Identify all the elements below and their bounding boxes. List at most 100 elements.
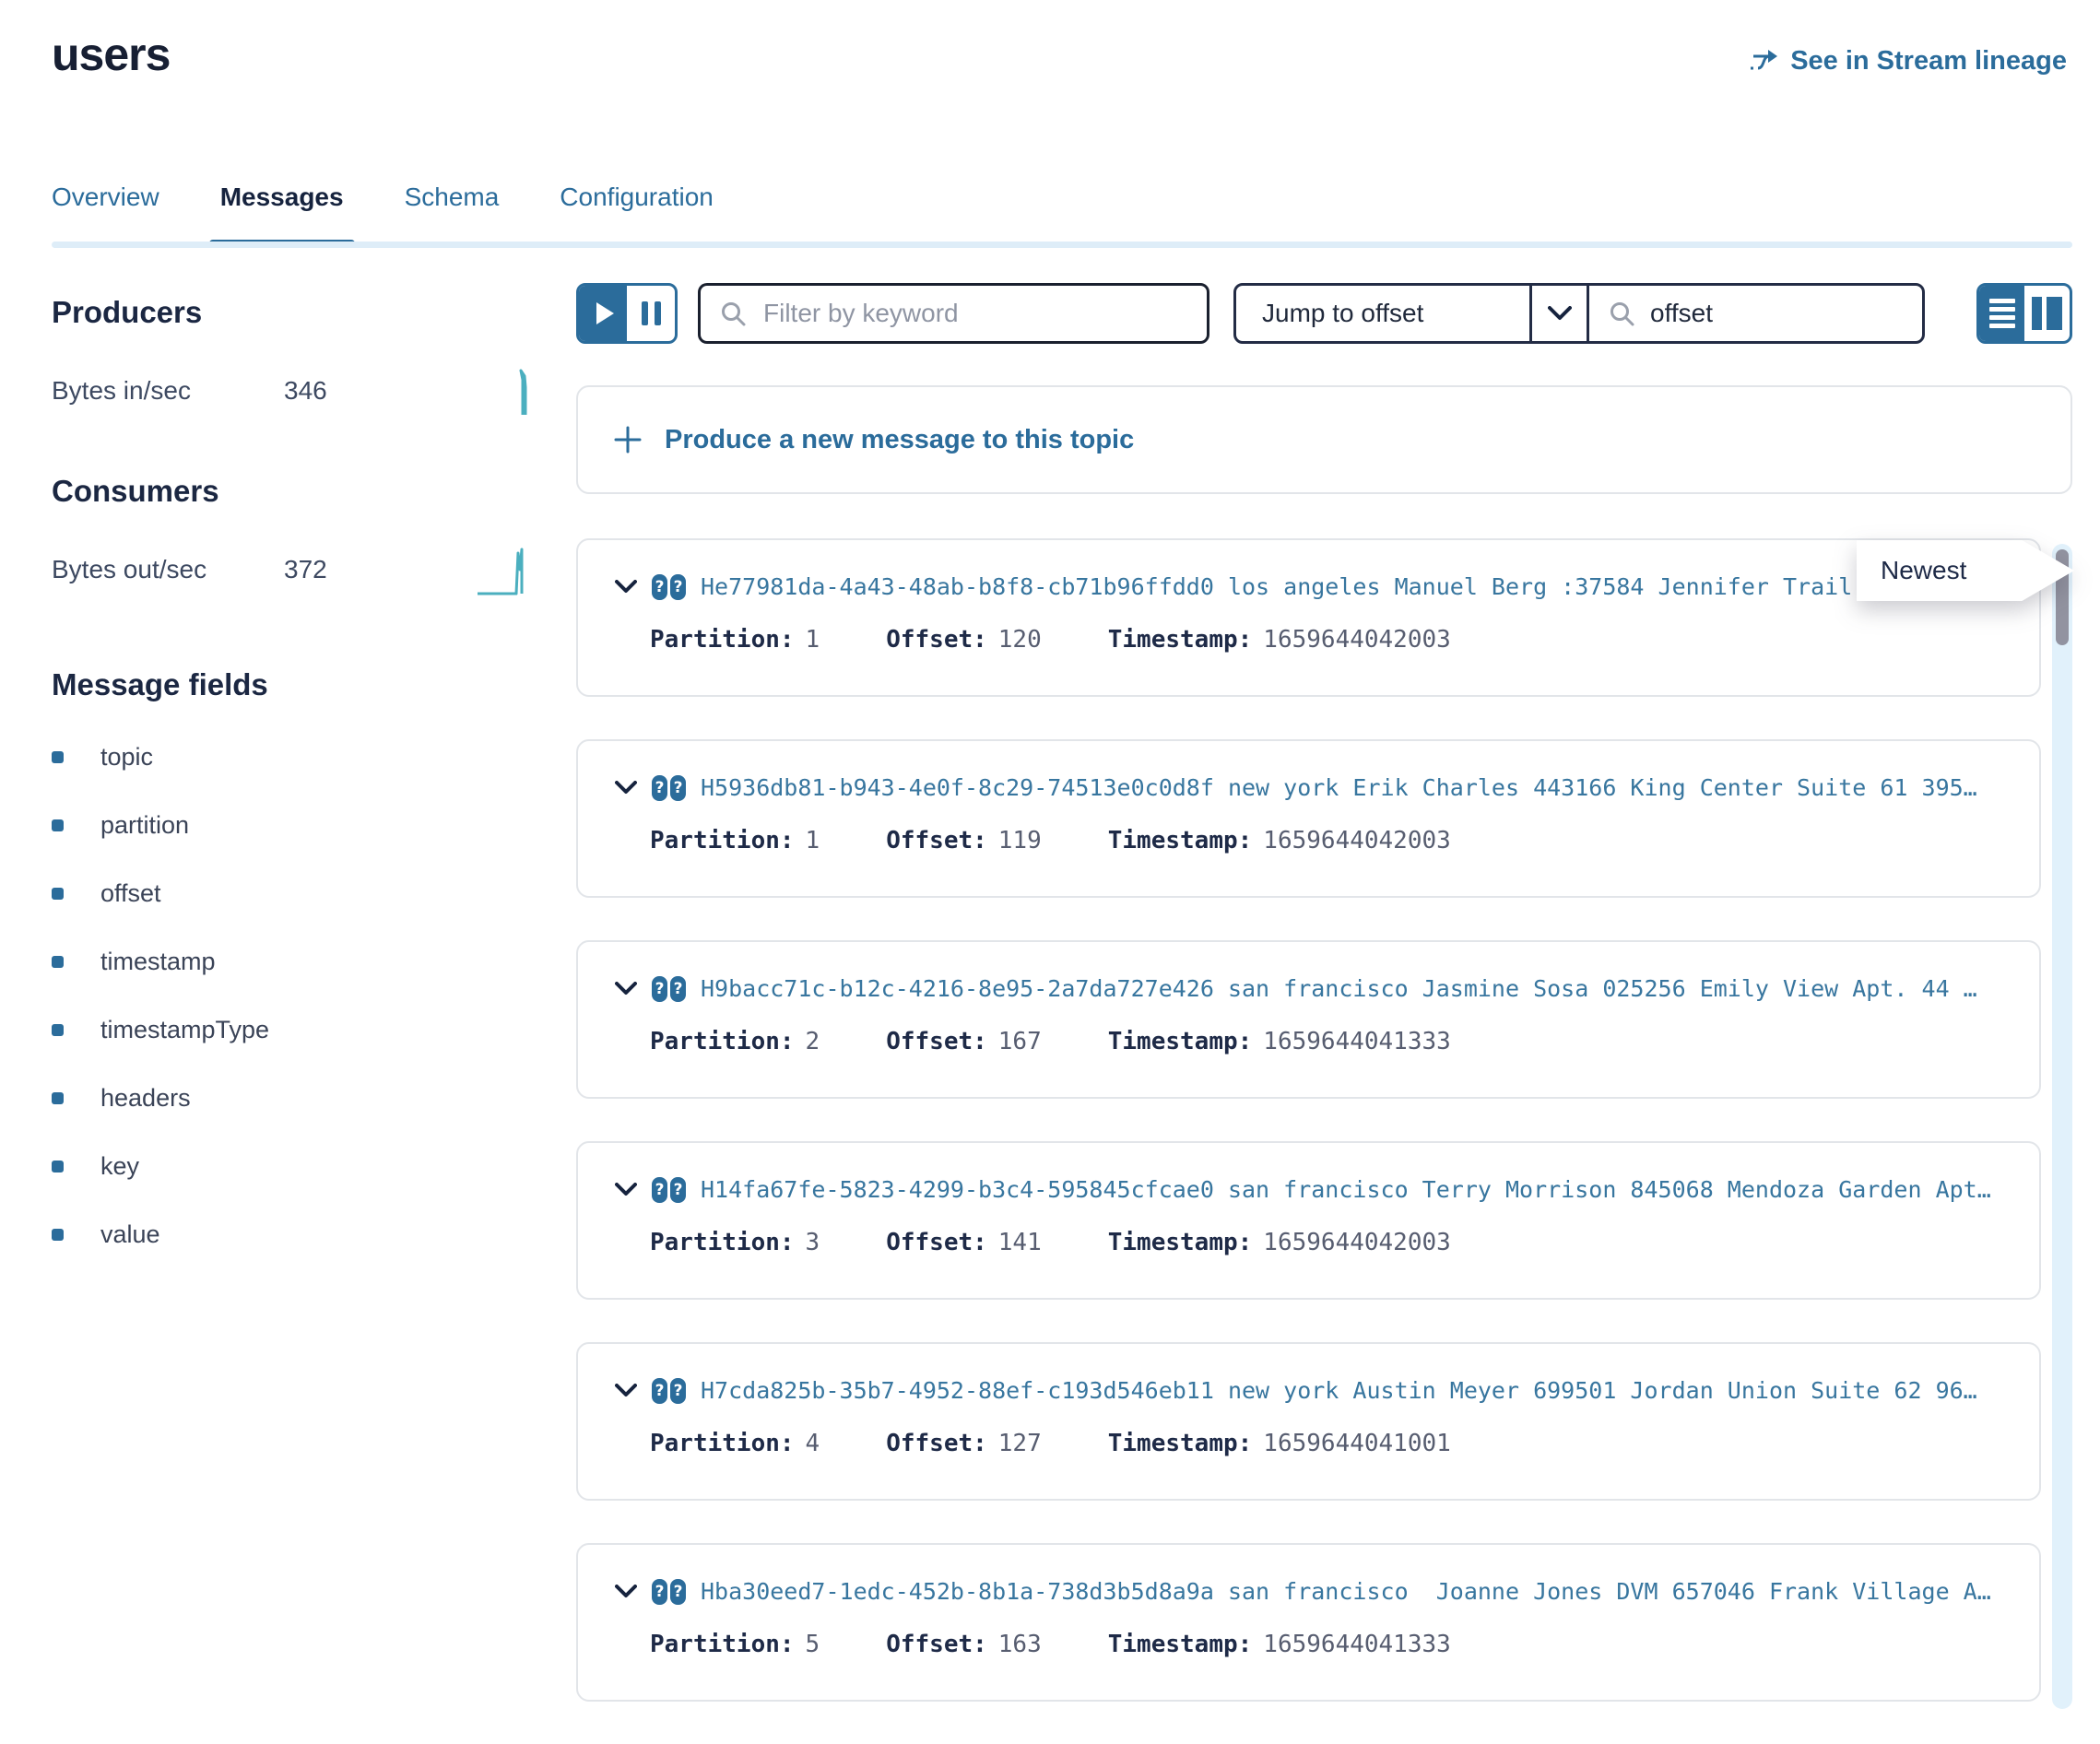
keyword-filter — [698, 283, 1209, 344]
tab-messages[interactable]: Messages — [220, 183, 344, 212]
field-item-topic[interactable]: topic — [52, 743, 540, 771]
tab-schema[interactable]: Schema — [405, 183, 500, 212]
message-key-text: He77981da-4a43-48ab-b8f8-cb71b96ffdd0 lo… — [701, 573, 2002, 600]
stream-lineage-link[interactable]: See in Stream lineage — [1748, 46, 2067, 77]
unknown-glyph-icons: ? ? — [652, 574, 686, 600]
square-bullet-icon — [52, 1024, 64, 1036]
partition-label: Partition: — [650, 827, 795, 854]
timestamp-value: 1659644042003 — [1263, 1229, 1451, 1256]
bytes-out-sparkline — [476, 542, 535, 597]
unknown-glyph-icon: ? — [652, 775, 667, 801]
stream-lineage-label: See in Stream lineage — [1790, 46, 2067, 77]
message-meta-row: Partition:5 Offset:163 Timestamp:1659644… — [650, 1631, 2002, 1658]
unknown-glyph-icon: ? — [652, 976, 667, 1002]
offset-value: 163 — [998, 1631, 1042, 1658]
message-card[interactable]: ? ? Hba30eed7-1edc-452b-8b1a-738d3b5d8a9… — [576, 1543, 2041, 1702]
newest-tooltip-label: Newest — [1881, 556, 1966, 585]
unknown-glyph-icon: ? — [652, 1579, 667, 1605]
play-icon — [596, 302, 614, 324]
field-item-offset[interactable]: offset — [52, 879, 540, 907]
jump-select-chevron-button[interactable] — [1529, 286, 1587, 341]
play-button[interactable] — [579, 286, 627, 341]
chevron-down-icon[interactable] — [615, 982, 637, 996]
chevron-down-icon[interactable] — [615, 580, 637, 595]
field-item-partition[interactable]: partition — [52, 811, 540, 839]
partition-label: Partition: — [650, 1028, 795, 1055]
bytes-in-label: Bytes in/sec — [52, 376, 284, 406]
bytes-in-sparkline — [489, 363, 535, 418]
consumers-heading: Consumers — [52, 474, 540, 509]
offset-label: Offset: — [886, 1430, 987, 1457]
list-view-button[interactable] — [1979, 286, 2024, 341]
field-label: offset — [100, 879, 161, 908]
timestamp-label: Timestamp: — [1108, 1028, 1253, 1055]
field-item-timestampType[interactable]: timestampType — [52, 1016, 540, 1043]
offset-label: Offset: — [886, 1229, 987, 1256]
unknown-glyph-icon: ? — [652, 1378, 667, 1404]
unknown-glyph-icon: ? — [670, 1579, 686, 1605]
tab-overview[interactable]: Overview — [52, 183, 159, 212]
partition-value: 3 — [806, 1229, 820, 1256]
unknown-glyph-icon: ? — [652, 574, 667, 600]
partition-value: 2 — [806, 1028, 820, 1055]
unknown-glyph-icon: ? — [670, 1177, 686, 1203]
message-key-row: ? ? H9bacc71c-b12c-4216-8e95-2a7da727e42… — [615, 975, 2002, 1002]
timestamp-value: 1659644042003 — [1263, 626, 1451, 654]
plus-icon — [613, 425, 643, 454]
message-key-text: H7cda825b-35b7-4952-88ef-c193d546eb11 ne… — [701, 1377, 2002, 1404]
view-mode-toggle — [1976, 283, 2072, 344]
message-card[interactable]: ? ? He77981da-4a43-48ab-b8f8-cb71b96ffdd… — [576, 538, 2041, 697]
message-key-row: ? ? H5936db81-b943-4e0f-8c29-74513e0c0d8… — [615, 774, 2002, 801]
message-key-text: Hba30eed7-1edc-452b-8b1a-738d3b5d8a9a sa… — [701, 1578, 2002, 1605]
split-view-button[interactable] — [2024, 286, 2070, 341]
message-list: ? ? He77981da-4a43-48ab-b8f8-cb71b96ffdd… — [576, 538, 2072, 1702]
message-list-scrollbar[interactable] — [2052, 544, 2072, 1709]
chevron-down-icon[interactable] — [615, 1384, 637, 1398]
message-card[interactable]: ? ? H5936db81-b943-4e0f-8c29-74513e0c0d8… — [576, 739, 2041, 898]
offset-label: Offset: — [886, 1028, 987, 1055]
offset-search-input[interactable] — [1648, 298, 1904, 329]
message-key-text: H5936db81-b943-4e0f-8c29-74513e0c0d8f ne… — [701, 774, 2002, 801]
pause-icon — [642, 301, 661, 325]
field-item-headers[interactable]: headers — [52, 1084, 540, 1112]
message-key-row: ? ? H7cda825b-35b7-4952-88ef-c193d546eb1… — [615, 1377, 2002, 1404]
partition-label: Partition: — [650, 626, 795, 654]
offset-value: 120 — [998, 626, 1042, 654]
tab-underline-track — [52, 242, 2072, 248]
square-bullet-icon — [52, 751, 64, 763]
list-view-icon — [1989, 299, 2015, 328]
chevron-down-icon[interactable] — [615, 1585, 637, 1599]
message-fields-list: topic partition offset timestamp timesta… — [52, 743, 540, 1248]
unknown-glyph-icons: ? ? — [652, 1378, 686, 1404]
consumers-stat-row: Bytes out/sec 372 — [52, 540, 540, 599]
unknown-glyph-icon: ? — [670, 574, 686, 600]
produce-message-button[interactable]: Produce a new message to this topic — [576, 385, 2072, 494]
message-meta-row: Partition:3 Offset:141 Timestamp:1659644… — [650, 1229, 2002, 1256]
square-bullet-icon — [52, 1092, 64, 1104]
unknown-glyph-icons: ? ? — [652, 976, 686, 1002]
message-card[interactable]: ? ? H7cda825b-35b7-4952-88ef-c193d546eb1… — [576, 1342, 2041, 1501]
search-icon — [1608, 300, 1635, 327]
page-title: users — [52, 28, 170, 81]
message-meta-row: Partition:1 Offset:120 Timestamp:1659644… — [650, 626, 2002, 654]
chevron-down-icon[interactable] — [615, 781, 637, 795]
unknown-glyph-icon: ? — [652, 1177, 667, 1203]
field-item-value[interactable]: value — [52, 1220, 540, 1248]
tab-configuration[interactable]: Configuration — [560, 183, 714, 212]
field-label: value — [100, 1220, 160, 1249]
message-card[interactable]: ? ? H9bacc71c-b12c-4216-8e95-2a7da727e42… — [576, 940, 2041, 1099]
message-card[interactable]: ? ? H14fa67fe-5823-4299-b3c4-595845cfcae… — [576, 1141, 2041, 1300]
chevron-down-icon[interactable] — [615, 1183, 637, 1197]
square-bullet-icon — [52, 1161, 64, 1172]
message-key-row: ? ? H14fa67fe-5823-4299-b3c4-595845cfcae… — [615, 1176, 2002, 1203]
square-bullet-icon — [52, 956, 64, 968]
timestamp-label: Timestamp: — [1108, 1229, 1253, 1256]
field-item-timestamp[interactable]: timestamp — [52, 948, 540, 975]
timestamp-value: 1659644041333 — [1263, 1631, 1451, 1658]
partition-value: 4 — [806, 1430, 820, 1457]
partition-label: Partition: — [650, 1631, 795, 1658]
pause-button[interactable] — [627, 286, 675, 341]
field-item-key[interactable]: key — [52, 1152, 540, 1180]
jump-to-offset-select[interactable]: Jump to offset — [1236, 286, 1529, 341]
keyword-filter-input[interactable] — [761, 298, 1188, 329]
